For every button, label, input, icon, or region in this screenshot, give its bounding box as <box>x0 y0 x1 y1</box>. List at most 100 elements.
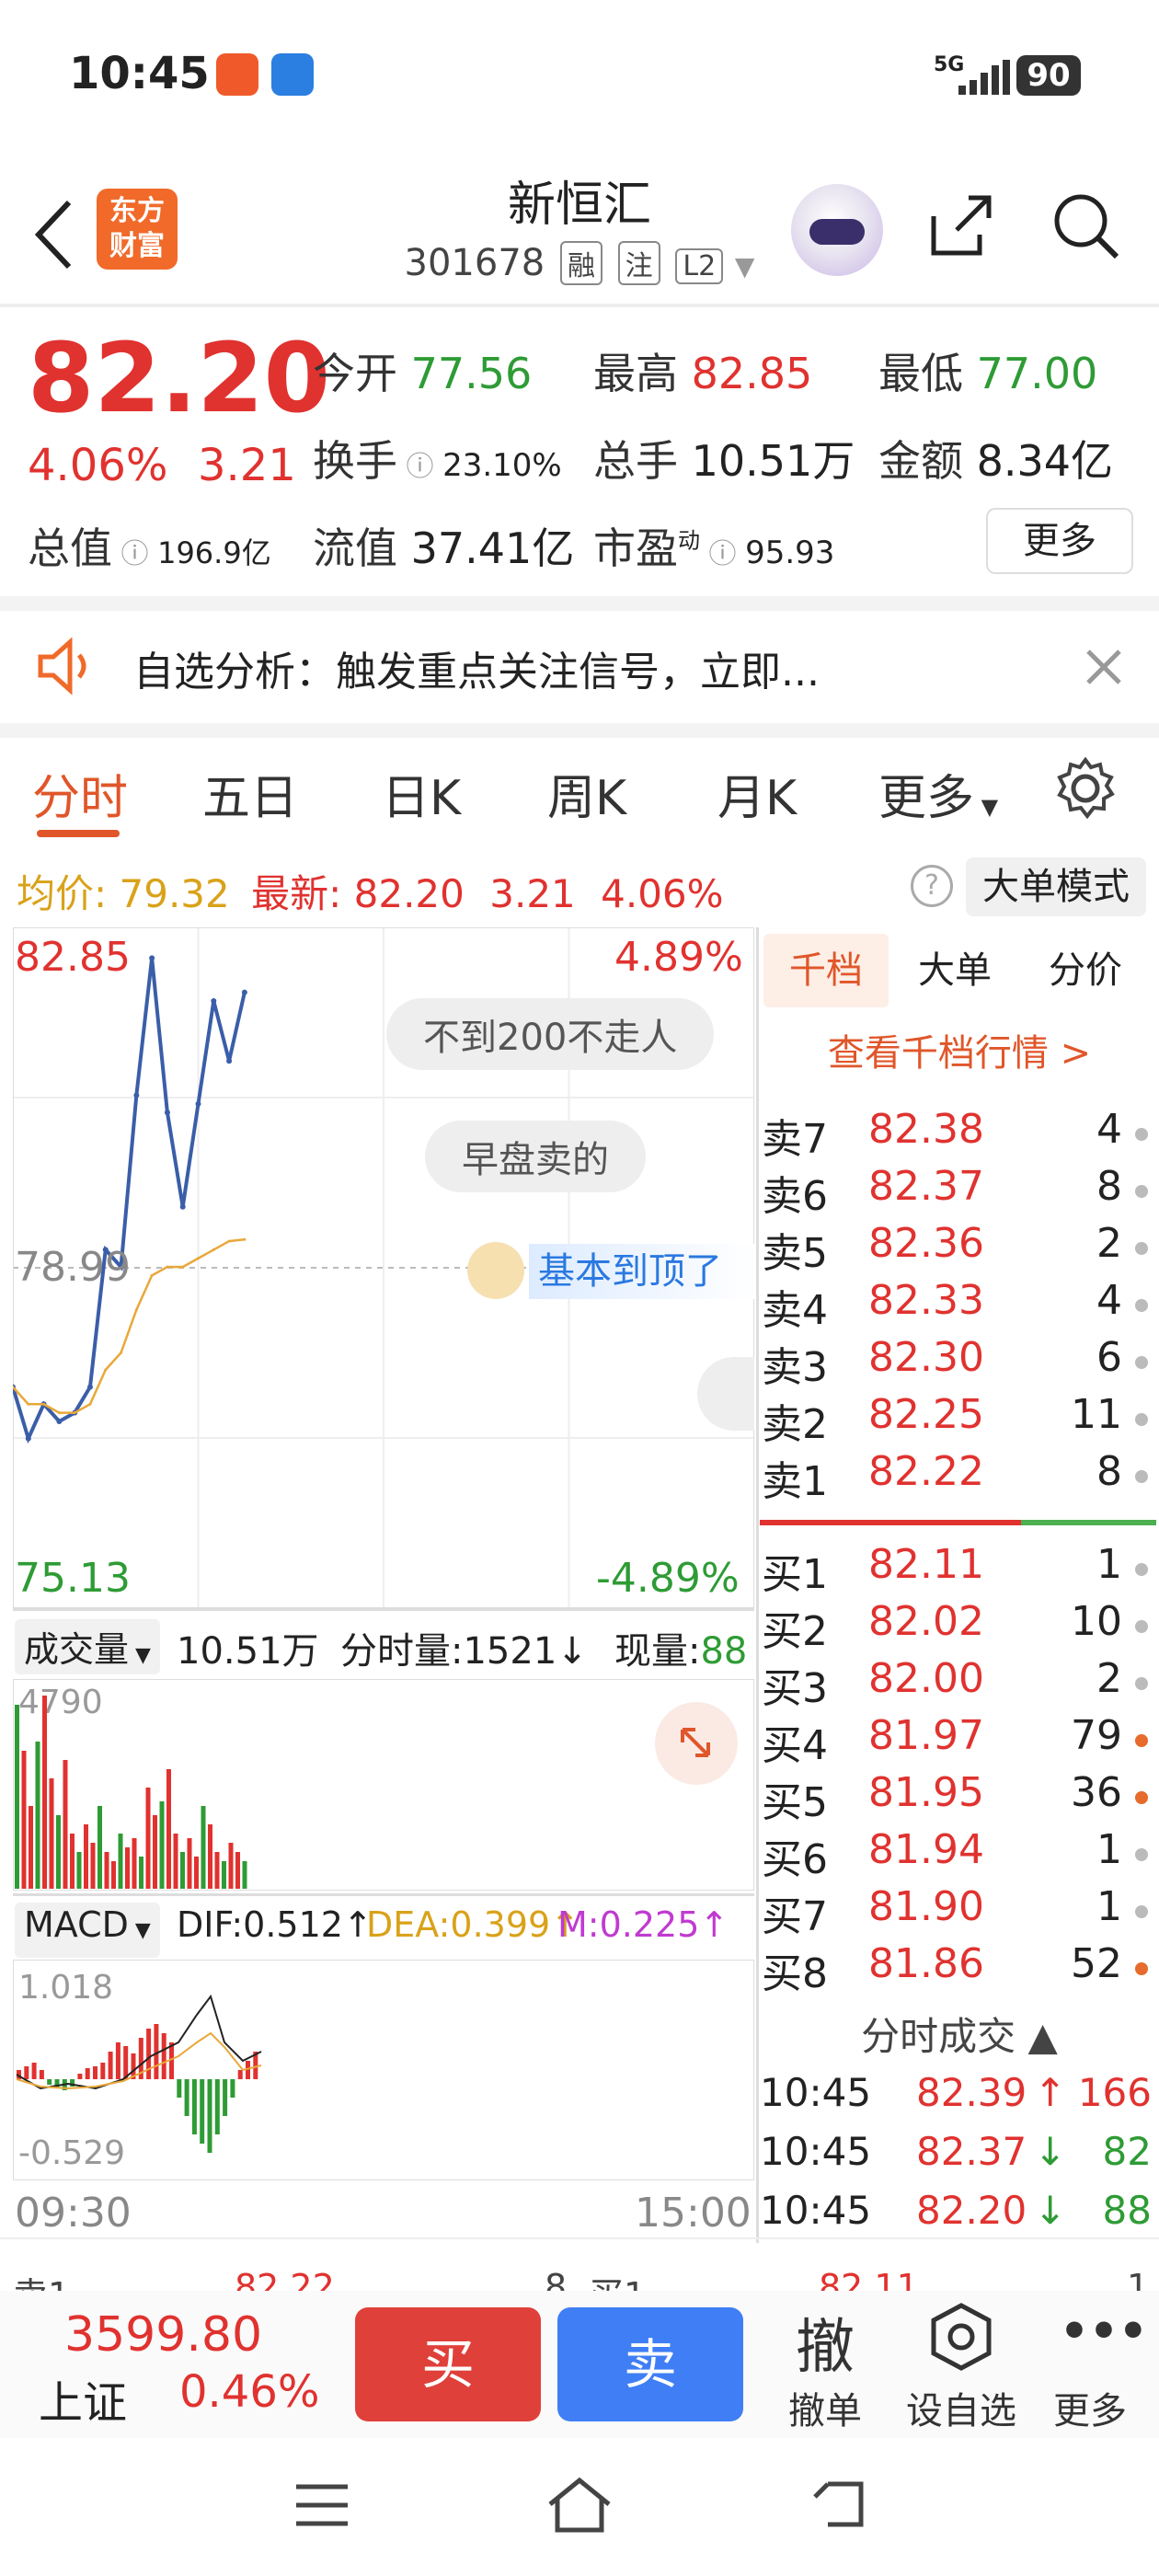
macd-selector[interactable]: MACD ▼ <box>15 1903 160 1958</box>
tab-weekly-k[interactable]: 周K <box>547 759 626 828</box>
volume-bar <box>56 1815 61 1889</box>
ask-row[interactable]: 卖7 82.38 4 <box>760 1106 1155 1163</box>
add-watchlist-icon[interactable] <box>924 2300 998 2374</box>
bid-volume: 1 <box>1096 1541 1122 1588</box>
avg-price-point <box>212 1248 215 1251</box>
bid-row[interactable]: 买7 81.90 1 <box>760 1883 1155 1940</box>
price-info-line: 均价: 79.32 最新: 82.20 3.21 4.06% <box>17 871 724 916</box>
more-label[interactable]: 更多 <box>1030 2381 1150 2434</box>
avg-price-point <box>243 1237 247 1241</box>
buy-button[interactable]: 买 <box>355 2307 541 2421</box>
ask-price: 82.30 <box>868 1334 984 1381</box>
index-change[interactable]: 0.46% <box>179 2366 319 2418</box>
volume-bar <box>63 1760 68 1889</box>
book-tab-levels[interactable]: 千档 <box>763 934 889 1007</box>
comment-bubble-2[interactable]: 早盘卖的 <box>425 1121 646 1192</box>
sell-button[interactable]: 卖 <box>557 2307 743 2421</box>
close-icon[interactable] <box>1081 644 1127 690</box>
bid-row[interactable]: 买1 82.11 1 <box>760 1541 1155 1598</box>
bottom-book-strip: 卖1 82.22 8 买1 82.11 1 <box>0 2237 1159 2291</box>
ask-label: 卖3 <box>762 1344 828 1391</box>
home-icon[interactable] <box>545 2475 614 2536</box>
tab-more[interactable]: 更多 ▼ <box>878 759 998 828</box>
order-dot-icon <box>1135 1734 1148 1747</box>
battery-icon: 90 <box>1016 55 1081 96</box>
chart-bottom-pct: -4.89% <box>596 1555 740 1602</box>
ask-row[interactable]: 卖1 82.22 8 <box>760 1448 1155 1505</box>
bid-row[interactable]: 买5 81.95 36 <box>760 1769 1155 1826</box>
ask-price: 82.33 <box>868 1277 984 1324</box>
help-icon[interactable]: ? <box>911 865 953 907</box>
price-point <box>226 1058 233 1064</box>
comment-bubble-3[interactable]: 基本到顶了 <box>529 1244 754 1299</box>
macd-bar <box>108 2052 113 2079</box>
bid-row[interactable]: 买4 81.97 79 <box>760 1712 1155 1769</box>
ask-row[interactable]: 卖3 82.30 6 <box>760 1334 1155 1391</box>
robot-assistant-icon[interactable] <box>791 184 883 276</box>
ask-row[interactable]: 卖5 82.36 2 <box>760 1220 1155 1277</box>
user-avatar[interactable] <box>467 1242 524 1299</box>
trades-header[interactable]: 分时成交 ▲ <box>760 2006 1159 2062</box>
tab-five-day[interactable]: 五日 <box>202 759 298 828</box>
macd-bar <box>24 2066 29 2079</box>
book-tab-big-orders[interactable]: 大单 <box>892 934 1017 1007</box>
big-order-mode-button[interactable]: 大单模式 <box>966 857 1146 916</box>
tab-intraday[interactable]: 分时 <box>32 759 128 828</box>
dropdown-caret-icon[interactable]: ▼ <box>735 251 755 282</box>
volume-bar <box>98 1806 102 1889</box>
bid-price: 82.11 <box>868 1541 984 1588</box>
price-point <box>164 1110 170 1116</box>
price-point <box>56 1418 63 1424</box>
volume-bar <box>35 1742 40 1889</box>
bid-price: 82.02 <box>868 1598 984 1645</box>
comment-bubble-1[interactable]: 不到200不走人 <box>386 998 715 1070</box>
back-nav-icon[interactable] <box>809 2477 868 2532</box>
bid-row[interactable]: 买8 81.86 52 <box>760 1940 1155 1997</box>
bid-price: 81.97 <box>868 1712 984 1759</box>
tag-level2: L2 <box>675 248 724 284</box>
more-quote-button[interactable]: 更多 <box>986 508 1133 574</box>
volume-bar <box>153 1815 157 1889</box>
search-icon[interactable] <box>1049 189 1122 262</box>
ask-row[interactable]: 卖6 82.37 8 <box>760 1163 1155 1220</box>
cancel-order-label[interactable]: 撤单 <box>765 2381 885 2434</box>
add-watchlist-label[interactable]: 设自选 <box>901 2381 1021 2434</box>
change-percent: 4.06% <box>28 440 168 491</box>
bid-row[interactable]: 买6 81.94 1 <box>760 1826 1155 1883</box>
book-divider <box>756 927 759 2243</box>
bid-price: 81.86 <box>868 1940 984 1987</box>
book-balance-bar-green <box>1021 1520 1156 1525</box>
more-dots-icon[interactable]: ••• <box>1060 2305 1148 2358</box>
signal-icon <box>958 60 1010 95</box>
index-name[interactable]: 上证 <box>39 2366 127 2431</box>
share-icon[interactable] <box>924 189 998 262</box>
tab-monthly-k[interactable]: 月K <box>717 759 797 828</box>
status-bar: 10:45 5G 90 <box>0 0 1159 156</box>
trade-price: 82.39 <box>916 2070 1027 2115</box>
bid-row[interactable]: 买2 82.02 10 <box>760 1598 1155 1655</box>
tab-daily-k[interactable]: 日K <box>382 759 461 828</box>
time-start: 09:30 <box>15 2190 132 2237</box>
ask-row[interactable]: 卖2 82.25 11 <box>760 1391 1155 1448</box>
ask-row[interactable]: 卖4 82.33 4 <box>760 1277 1155 1334</box>
view-levels-link[interactable]: 查看千档行情 > <box>760 1023 1159 1076</box>
current-price: 82.20 <box>28 322 330 434</box>
macd-bar <box>223 2079 228 2116</box>
notice-text[interactable]: 自选分析：触发重点关注信号，立即... <box>133 638 820 697</box>
macd-bar <box>237 2070 243 2079</box>
ask-price: 82.38 <box>868 1106 984 1153</box>
macd-bar <box>230 2079 235 2098</box>
menu-icon[interactable] <box>293 2479 351 2531</box>
bid-price: 82.00 <box>868 1655 984 1702</box>
macd-bar <box>115 2042 120 2079</box>
bid-row[interactable]: 买3 82.00 2 <box>760 1655 1155 1712</box>
index-value[interactable]: 3599.80 <box>64 2307 262 2363</box>
cancel-order-icon[interactable]: 撤 <box>775 2300 876 2385</box>
ask-volume: 4 <box>1096 1277 1122 1324</box>
bid-label: 买7 <box>762 1893 828 1940</box>
order-dot-icon <box>1135 1185 1148 1198</box>
book-tab-price-dist[interactable]: 分价 <box>1023 934 1148 1007</box>
volume-selector[interactable]: 成交量 ▼ <box>15 1619 160 1674</box>
settings-gear-icon[interactable] <box>1053 756 1118 821</box>
volume-bar <box>159 1801 165 1889</box>
